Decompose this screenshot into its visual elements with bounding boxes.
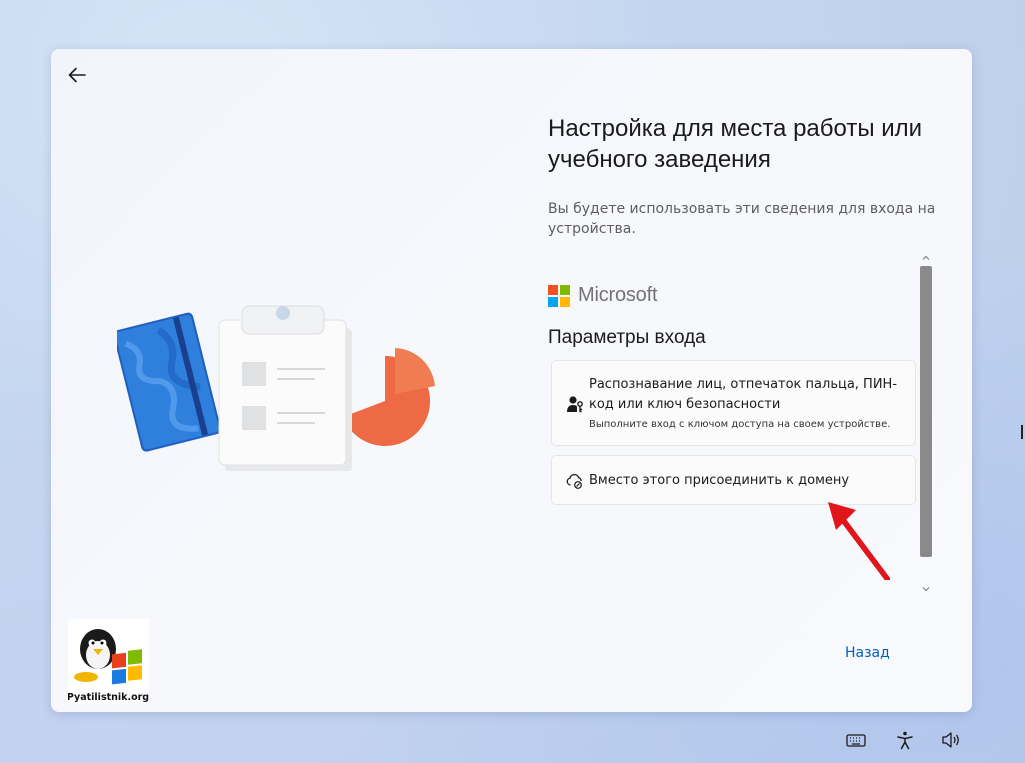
signin-option-domain-join-title: Вместо этого присоединить к домену bbox=[589, 473, 850, 488]
work-illustration bbox=[117, 305, 435, 471]
signin-option-passkey-description: Выполните вход с ключом доступа на своем… bbox=[589, 419, 891, 430]
signin-options-panel: Microsoft Параметры входа Распознавание … bbox=[548, 254, 918, 594]
clipboard-image bbox=[218, 305, 352, 471]
signin-option-domain-join[interactable]: Вместо этого присоединить к домену bbox=[551, 455, 916, 505]
scrollbar-thumb[interactable] bbox=[920, 266, 932, 557]
notebook-image bbox=[117, 312, 222, 452]
options-scrollbar[interactable] bbox=[918, 252, 934, 597]
watermark-logo: Pyatilistnik.org bbox=[67, 619, 149, 704]
domain-join-icon bbox=[566, 474, 582, 489]
microsoft-logo-text: Microsoft bbox=[578, 284, 658, 306]
pie-chart-image bbox=[343, 348, 435, 446]
volume-icon[interactable] bbox=[941, 730, 963, 750]
back-link[interactable]: Назад bbox=[845, 645, 890, 661]
signin-option-passkey[interactable]: Распознавание лиц, отпечаток пальца, ПИН… bbox=[551, 360, 916, 446]
scroll-down-icon[interactable] bbox=[920, 583, 932, 595]
page-subtitle: Вы будете использовать эти сведения для … bbox=[548, 201, 936, 237]
signin-option-passkey-title: Распознавание лиц, отпечаток пальца, ПИН… bbox=[589, 377, 898, 412]
penguin-windows-logo-icon: Pyatilistnik.org bbox=[67, 629, 149, 703]
signin-section-title: Параметры входа bbox=[548, 327, 706, 348]
back-arrow-icon[interactable] bbox=[65, 63, 89, 87]
oobe-window: Настройка для места работы или учебного … bbox=[51, 49, 972, 712]
person-key-icon bbox=[567, 396, 583, 413]
keyboard-icon[interactable] bbox=[846, 730, 866, 750]
accessibility-icon[interactable] bbox=[895, 730, 915, 750]
scroll-up-icon[interactable] bbox=[920, 252, 932, 264]
page-title: Настройка для места работы или учебного … bbox=[548, 115, 923, 173]
screen-edge-marker bbox=[1021, 425, 1023, 439]
microsoft-logo: Microsoft bbox=[548, 284, 658, 307]
microsoft-logo-icon bbox=[548, 284, 570, 307]
watermark-text: Pyatilistnik.org bbox=[68, 692, 149, 703]
